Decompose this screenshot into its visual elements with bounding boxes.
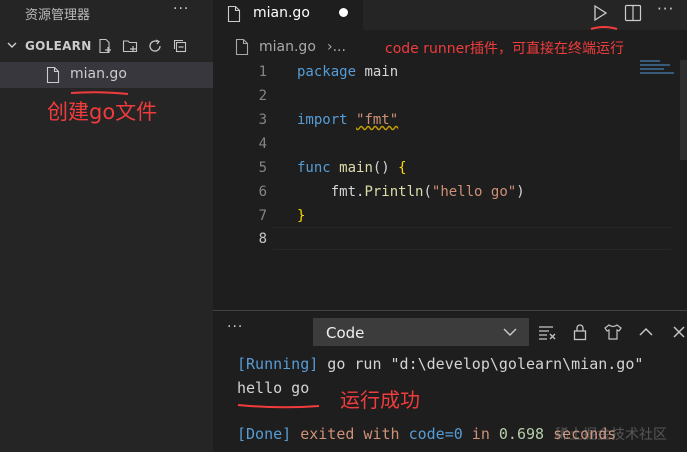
annotation-run-success: 运行成功 xyxy=(340,388,420,412)
chevron-down-icon xyxy=(502,324,518,344)
explorer-sidebar: 资源管理器 ··· GOLEARN mian.go 创建go文件 xyxy=(0,0,213,452)
output-time: 0.698 xyxy=(498,425,545,443)
watermark: 稀土掘金技术社区 xyxy=(555,427,667,443)
line-number: 2 xyxy=(258,88,267,104)
new-folder-icon[interactable] xyxy=(121,37,139,55)
unsaved-dot-icon[interactable] xyxy=(339,8,348,17)
output-text: exited with xyxy=(291,425,409,443)
file-icon xyxy=(46,66,60,88)
identifier: fmt. xyxy=(297,184,365,200)
refresh-icon[interactable] xyxy=(146,37,164,55)
output-code: code=0 xyxy=(408,425,463,443)
chevron-down-icon[interactable] xyxy=(6,37,18,56)
collapse-all-icon[interactable] xyxy=(171,37,189,55)
annotation-code-runner: code runner插件，可直接在终端运行 xyxy=(385,41,624,57)
punctuation: () xyxy=(372,160,399,176)
string-literal: "fmt" xyxy=(356,112,399,128)
punctuation: ) xyxy=(516,184,525,200)
output-channel-select[interactable]: Code xyxy=(313,318,529,346)
line-number: 4 xyxy=(258,136,267,152)
code-line-6: fmt.Println("hello go") xyxy=(297,184,525,200)
editor-more-icon[interactable]: ··· xyxy=(657,0,674,18)
close-icon[interactable] xyxy=(668,321,687,343)
folder-header-golearn[interactable]: GOLEARN xyxy=(0,36,213,58)
breadcrumb-more[interactable]: ›... xyxy=(327,39,346,55)
lock-icon[interactable] xyxy=(569,321,591,343)
output-text: go run "d:\develop\golearn\mian.go" xyxy=(318,355,644,373)
keyword: func xyxy=(297,160,331,176)
keyword: import xyxy=(297,112,348,128)
clear-output-icon[interactable] xyxy=(536,321,558,343)
new-file-icon[interactable] xyxy=(96,37,114,55)
line-number: 6 xyxy=(258,184,267,200)
code-line-3: import "fmt" xyxy=(297,112,398,128)
line-number-active: 8 xyxy=(258,231,267,247)
keyword: package xyxy=(297,64,357,80)
annotation-create-file: 创建go文件 xyxy=(47,100,158,124)
annotation-underline xyxy=(237,404,320,409)
minimap[interactable] xyxy=(640,60,680,80)
line-number: 3 xyxy=(258,112,267,128)
tab-label: mian.go xyxy=(253,5,310,21)
file-item-mian-go[interactable]: mian.go xyxy=(0,62,213,88)
output-line-running: [Running] go run "d:\develop\golearn\mia… xyxy=(237,355,643,373)
breadcrumb-file[interactable]: mian.go xyxy=(259,39,316,55)
current-line-highlight xyxy=(273,227,671,250)
function-name: main xyxy=(339,160,373,176)
code-line-7: } xyxy=(297,208,305,224)
line-number: 5 xyxy=(258,160,267,176)
output-line-result: hello go xyxy=(237,379,309,397)
brace: } xyxy=(297,208,306,224)
output-channel-value: Code xyxy=(326,324,365,342)
function-name: Println xyxy=(364,184,424,200)
annotation-underline xyxy=(590,26,618,30)
explorer-header: 资源管理器 ··· xyxy=(0,0,213,26)
settings-shirt-icon[interactable] xyxy=(602,321,624,343)
split-editor-icon[interactable] xyxy=(624,3,642,27)
folder-actions xyxy=(96,37,189,55)
identifier: main xyxy=(356,64,399,80)
code-line-1: package main xyxy=(297,64,398,80)
code-line-5: func main() { xyxy=(297,160,407,176)
output-tag: [Running] xyxy=(237,355,319,373)
line-number: 7 xyxy=(258,208,267,224)
file-label: mian.go xyxy=(70,66,127,82)
explorer-title: 资源管理器 xyxy=(25,8,91,23)
file-icon xyxy=(235,38,249,60)
punctuation: ( xyxy=(423,184,432,200)
string-literal: "hello go" xyxy=(431,184,517,200)
explorer-more-icon[interactable]: ··· xyxy=(173,1,189,17)
tab-mian-go[interactable]: mian.go xyxy=(213,0,363,30)
file-icon xyxy=(227,5,241,27)
panel-actions xyxy=(536,321,687,343)
line-number: 1 xyxy=(258,64,267,80)
chevron-up-icon[interactable] xyxy=(635,321,657,343)
panel-more-icon[interactable]: ··· xyxy=(227,319,243,335)
output-text: hello go xyxy=(237,379,310,397)
editor-scrollbar[interactable] xyxy=(680,60,687,160)
folder-name: GOLEARN xyxy=(25,39,92,53)
output-text: in xyxy=(462,425,499,443)
output-tag: [Done] xyxy=(237,425,292,443)
brace: { xyxy=(398,160,407,176)
